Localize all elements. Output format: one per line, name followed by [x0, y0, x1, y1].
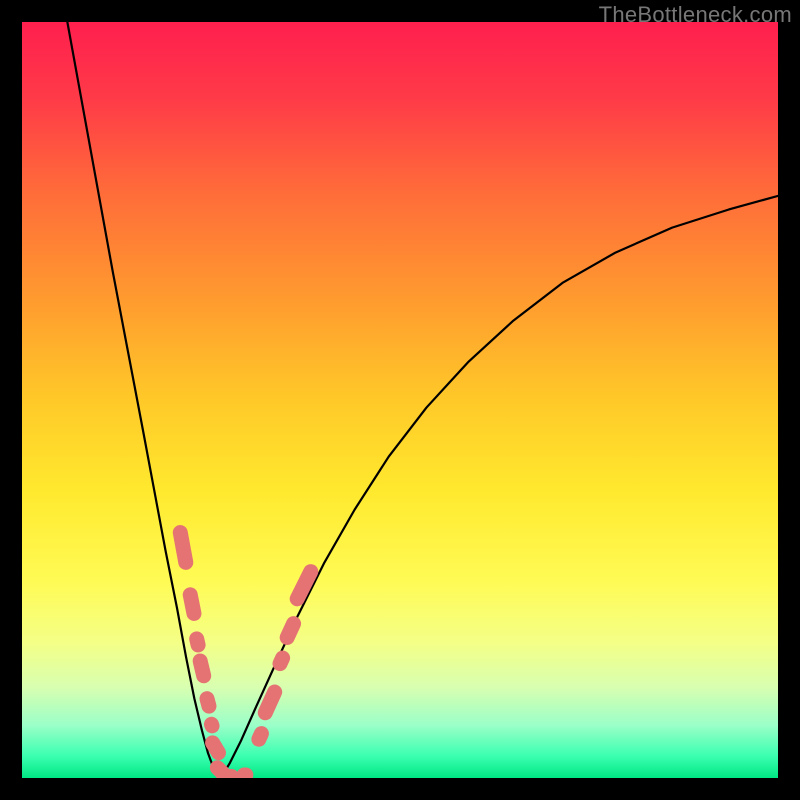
chart-frame: TheBottleneck.com: [0, 0, 800, 800]
gradient-background: [22, 22, 778, 778]
plot-area: [22, 22, 778, 778]
chart-svg: [22, 22, 778, 778]
marker-pill: [216, 769, 239, 778]
